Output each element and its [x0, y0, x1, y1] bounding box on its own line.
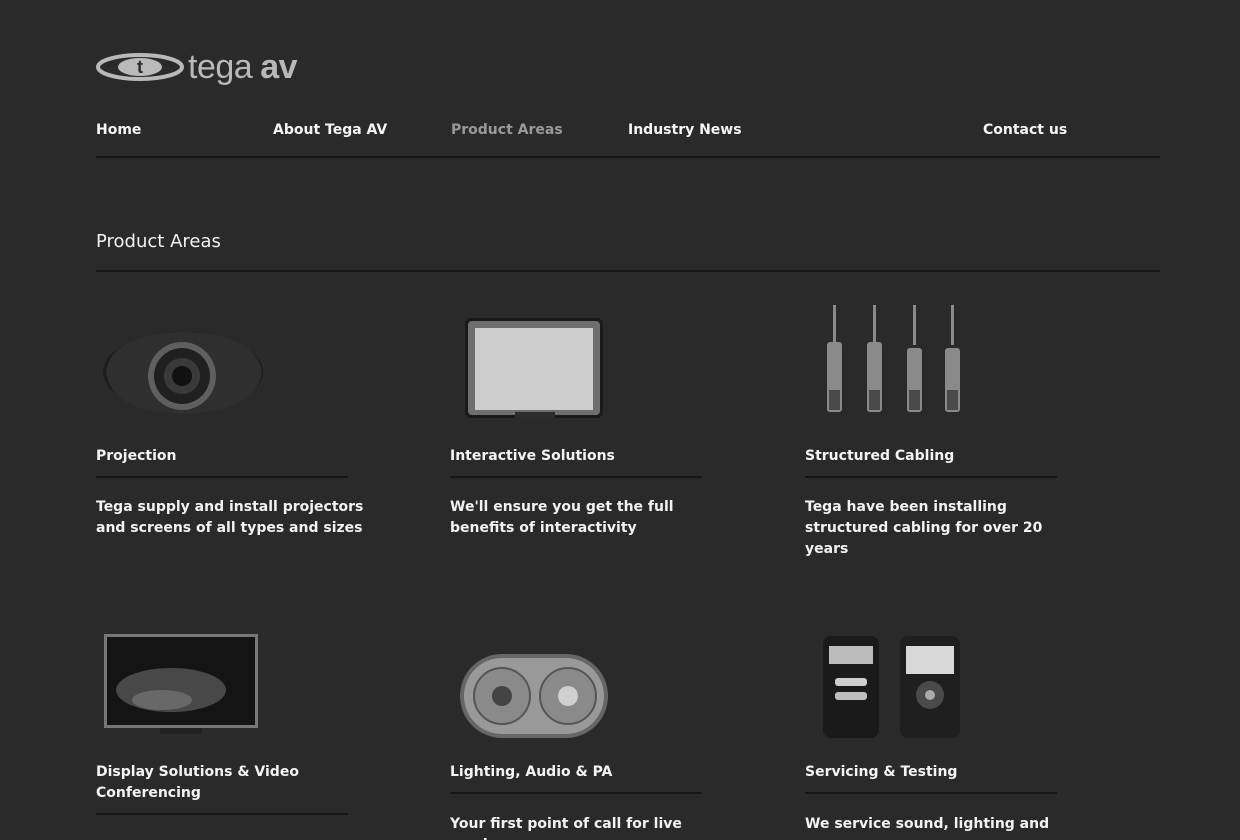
nav-industry-news[interactable]: Industry News: [628, 122, 742, 138]
nav-contact[interactable]: Contact us: [983, 122, 1067, 138]
page: t tega av Home About Tega AV Product Area…: [0, 0, 1240, 840]
svg-text:t: t: [137, 57, 143, 77]
product-description: Your first point of call for live music: [450, 816, 682, 840]
nav-home[interactable]: Home: [96, 122, 141, 138]
tega-logo-icon: t: [96, 53, 184, 81]
nav-about[interactable]: About Tega AV: [273, 122, 387, 138]
product-name[interactable]: Projection: [96, 446, 348, 478]
product-description: Tega have been installing structured cab…: [805, 499, 1043, 557]
product-name[interactable]: Display Solutions & Video Conferencing: [96, 762, 348, 815]
projector-image: [103, 332, 263, 414]
product-name[interactable]: Lighting, Audio & PA: [450, 762, 702, 794]
product-name[interactable]: Structured Cabling: [805, 446, 1057, 478]
interactive-whiteboard-image: [465, 318, 603, 418]
page-title: Product Areas: [96, 231, 1160, 272]
product-description: We service sound, lighting and: [805, 816, 1050, 832]
product-description: Tega supply and install projectors and s…: [96, 499, 364, 536]
nav-product-areas[interactable]: Product Areas: [451, 122, 563, 138]
product-name[interactable]: Servicing & Testing: [805, 762, 1057, 794]
speaker-image: [460, 654, 608, 738]
audio-testers-image: [823, 636, 960, 738]
network-cables-image: [827, 305, 960, 412]
logo-wordmark: tega av: [188, 48, 298, 86]
product-name[interactable]: Interactive Solutions: [450, 446, 702, 478]
display-monitor-image: [104, 634, 258, 734]
tega-av-logo[interactable]: t tega av: [96, 48, 298, 86]
product-description: We'll ensure you get the full benefits o…: [450, 499, 674, 536]
main-navigation: Home About Tega AV Product Areas Industr…: [96, 122, 1160, 158]
